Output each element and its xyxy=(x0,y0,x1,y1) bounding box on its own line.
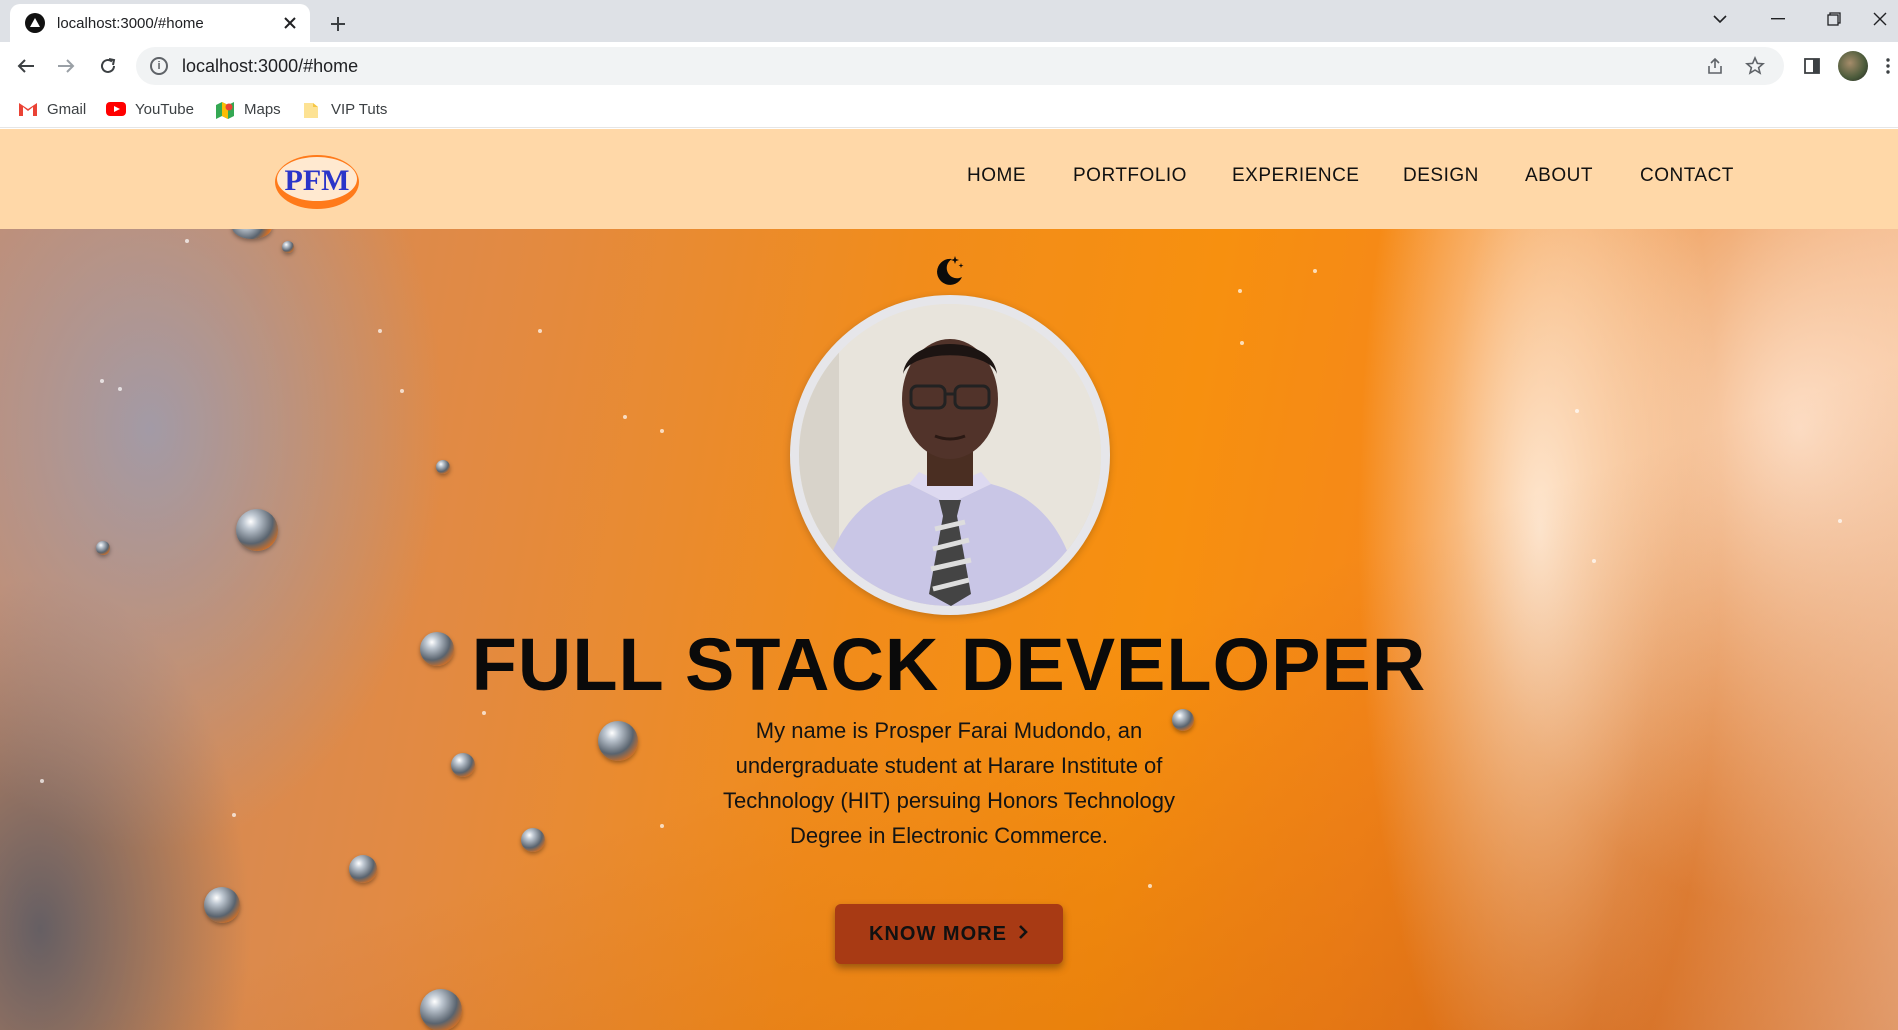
speck-decoration xyxy=(660,824,664,828)
speck-decoration xyxy=(232,813,236,817)
gmail-icon xyxy=(18,101,38,117)
speck-decoration xyxy=(378,329,382,333)
know-more-button[interactable]: KNOW MORE xyxy=(835,904,1063,964)
profile-photo xyxy=(799,304,1101,606)
moon-stars-icon[interactable] xyxy=(930,251,968,289)
speck-decoration xyxy=(1238,289,1242,293)
nav-experience[interactable]: EXPERIENCE xyxy=(1232,165,1359,187)
bookmark-label: Gmail xyxy=(47,100,87,118)
restore-button[interactable] xyxy=(1806,0,1862,38)
maps-icon xyxy=(215,101,235,119)
nextjs-favicon-icon xyxy=(25,13,45,33)
browser-toolbar: i localhost:3000/#home xyxy=(0,42,1898,90)
folder-icon xyxy=(302,101,322,118)
browser-tab-active[interactable]: localhost:3000/#home xyxy=(10,4,310,42)
bookmarks-bar: Gmail YouTube Maps VIP Tuts xyxy=(0,90,1898,128)
speck-decoration xyxy=(1575,409,1579,413)
speck-decoration xyxy=(1313,269,1317,273)
water-drop-decoration xyxy=(436,460,450,474)
address-bar[interactable]: i localhost:3000/#home xyxy=(136,47,1784,85)
speck-decoration xyxy=(660,429,664,433)
nav-design[interactable]: DESIGN xyxy=(1403,165,1479,187)
water-drop-decoration xyxy=(521,828,545,852)
share-icon[interactable] xyxy=(1696,47,1734,85)
profile-avatar[interactable] xyxy=(1838,51,1868,81)
website-viewport: PFM HOME PORTFOLIO EXPERIENCE DESIGN ABO… xyxy=(0,129,1898,1030)
bookmark-star-icon[interactable] xyxy=(1736,47,1774,85)
nav-about[interactable]: ABOUT xyxy=(1525,165,1593,187)
menu-kebab-icon[interactable] xyxy=(1878,51,1898,81)
site-info-icon[interactable]: i xyxy=(150,57,168,75)
bookmark-maps[interactable]: Maps xyxy=(215,96,281,122)
youtube-icon xyxy=(106,101,126,117)
tab-search-chevron-icon[interactable] xyxy=(1692,0,1748,38)
tab-title: localhost:3000/#home xyxy=(57,14,204,32)
speck-decoration xyxy=(1838,519,1842,523)
speck-decoration xyxy=(100,379,104,383)
speck-decoration xyxy=(1240,341,1244,345)
water-drop-decoration xyxy=(598,721,638,761)
site-header: PFM HOME PORTFOLIO EXPERIENCE DESIGN ABO… xyxy=(0,129,1898,229)
hero-section: FULL STACK DEVELOPER My name is Prosper … xyxy=(0,215,1898,1030)
water-drop-decoration xyxy=(420,989,462,1030)
bookmark-label: YouTube xyxy=(135,100,194,118)
bookmark-youtube[interactable]: YouTube xyxy=(106,96,194,122)
new-tab-button[interactable] xyxy=(322,8,354,40)
pfm-logo[interactable]: PFM xyxy=(274,153,360,211)
speck-decoration xyxy=(1148,884,1152,888)
side-panel-icon[interactable] xyxy=(1797,51,1827,81)
chevron-right-icon xyxy=(1017,923,1029,946)
speck-decoration xyxy=(538,329,542,333)
speck-decoration xyxy=(623,415,627,419)
water-drop-decoration xyxy=(204,887,240,923)
speck-decoration xyxy=(1592,559,1596,563)
water-drop-decoration xyxy=(96,541,110,555)
speck-decoration xyxy=(40,779,44,783)
bookmark-gmail[interactable]: Gmail xyxy=(18,96,86,122)
know-more-label: KNOW MORE xyxy=(869,922,1007,945)
minimize-button[interactable] xyxy=(1750,0,1806,38)
tab-close-icon[interactable] xyxy=(276,9,304,37)
nav-portfolio[interactable]: PORTFOLIO xyxy=(1073,165,1187,187)
nav-home[interactable]: HOME xyxy=(967,165,1026,187)
hero-description: My name is Prosper Farai Mudondo, an und… xyxy=(722,718,1176,848)
bookmark-label: Maps xyxy=(244,100,281,118)
water-drop-decoration xyxy=(236,509,278,551)
water-drop-decoration xyxy=(282,241,294,253)
back-button[interactable] xyxy=(8,50,44,82)
speck-decoration xyxy=(118,387,122,391)
url-text[interactable]: localhost:3000/#home xyxy=(182,56,358,77)
browser-tab-strip: localhost:3000/#home xyxy=(0,0,1898,42)
hero-title: FULL STACK DEVELOPER xyxy=(471,623,1427,706)
bookmark-folder-vip-tuts[interactable]: VIP Tuts xyxy=(302,96,387,122)
water-drop-decoration xyxy=(349,855,377,883)
speck-decoration xyxy=(400,389,404,393)
reload-button[interactable] xyxy=(90,50,126,82)
forward-button[interactable] xyxy=(48,50,84,82)
nav-contact[interactable]: CONTACT xyxy=(1640,165,1734,187)
profile-photo-frame xyxy=(790,295,1110,615)
logo-text: PFM xyxy=(285,164,350,197)
speck-decoration xyxy=(185,239,189,243)
speck-decoration xyxy=(482,711,486,715)
water-drop-decoration xyxy=(451,753,475,777)
close-window-button[interactable] xyxy=(1862,0,1898,38)
bookmark-label: VIP Tuts xyxy=(331,100,388,118)
